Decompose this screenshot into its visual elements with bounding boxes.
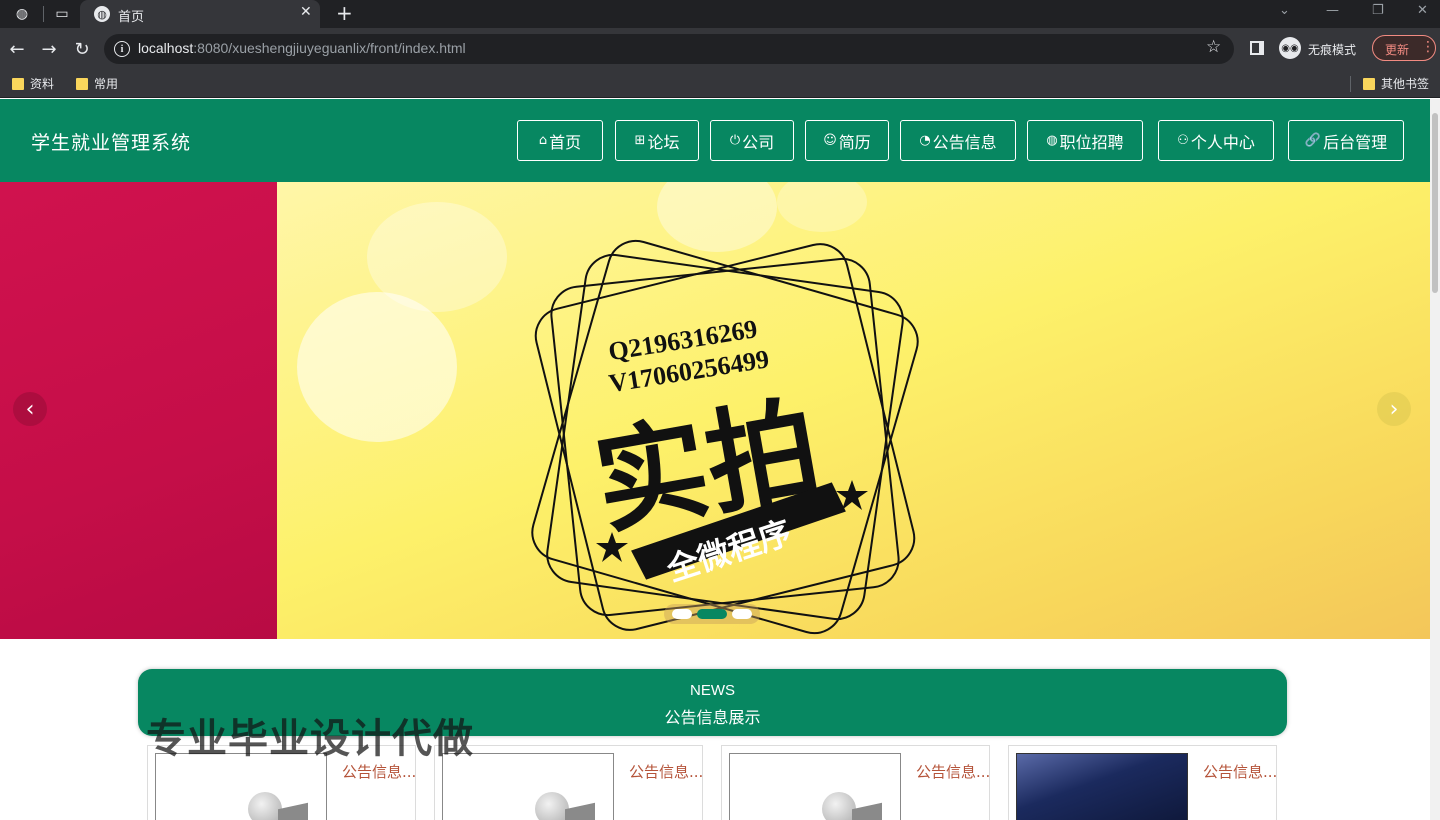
carousel-dot-1[interactable] — [672, 609, 692, 619]
more-menu-icon[interactable]: ⋮ — [1421, 39, 1435, 55]
close-window-icon[interactable]: ✕ — [1417, 3, 1428, 18]
news-card-title[interactable]: 公告信息... — [916, 761, 990, 782]
restore-icon[interactable]: ❐ — [1372, 3, 1384, 18]
figure-illustration — [278, 802, 308, 820]
bookmark-folder-changyong[interactable]: 常用 — [76, 75, 118, 92]
nav-label: 首页 — [549, 132, 582, 152]
user-icon: ⚇ — [1177, 133, 1189, 148]
bookmark-label: 常用 — [94, 77, 119, 91]
company-icon: ⏻ — [729, 133, 741, 148]
page-scrollbar[interactable] — [1430, 99, 1440, 820]
folder-icon — [76, 77, 88, 90]
bookmark-folder-ziliao[interactable]: 资料 — [12, 75, 54, 92]
nav-label: 公告信息 — [932, 132, 997, 152]
side-panel-icon[interactable] — [1250, 41, 1264, 55]
tab-globe-icon: ◍ — [94, 6, 110, 22]
chevron-down-icon[interactable]: ⌄ — [1279, 3, 1290, 18]
watermark-text: 专业毕业设计代做 — [146, 716, 474, 762]
carousel-dot-2[interactable] — [697, 609, 727, 619]
news-card-title[interactable]: 公告信息... — [629, 761, 703, 782]
promo-stamp: Q2196316269 V17060256499 实拍 全微程序 — [531, 239, 919, 635]
figure-illustration — [565, 802, 595, 820]
tab-title: 首页 — [118, 9, 145, 24]
figure-illustration — [852, 802, 882, 820]
news-card-image[interactable] — [729, 753, 901, 820]
browser-toolbar: ← → ↻ i localhost:8080/xueshengjiuyeguan… — [0, 28, 1440, 70]
bokeh-light — [777, 182, 867, 232]
bokeh-light — [297, 292, 457, 442]
bookmarks-bar: 资料 常用 其他书签 — [0, 70, 1440, 98]
figure-illustration — [822, 792, 856, 820]
site-header: 学生就业管理系统 ⌂ 首页 ⊞ 论坛 ⏻ 公司 ☺ 简历 ◔ 公告信息 ◍ 职位招聘 ⚇ 个人… — [0, 99, 1430, 182]
nav-label: 简历 — [838, 132, 871, 152]
bookmark-folder-other[interactable]: 其他书签 — [1363, 75, 1429, 92]
url-host: localhost — [138, 40, 194, 56]
address-bar[interactable]: i localhost:8080/xueshengjiuyeguanlix/fr… — [104, 34, 1234, 64]
news-card-4[interactable]: 公告信息... — [1008, 745, 1277, 820]
nav-announcements[interactable]: ◔ 公告信息 — [900, 120, 1016, 161]
nav-label: 个人中心 — [1190, 132, 1255, 152]
news-heading-en: NEWS — [690, 682, 735, 699]
nav-profile[interactable]: ⚇ 个人中心 — [1158, 120, 1274, 161]
news-card-title[interactable]: 公告信息... — [342, 761, 416, 782]
carousel-prev-button[interactable]: ‹ — [13, 392, 47, 426]
news-card-2[interactable]: 公告信息... — [434, 745, 703, 820]
tab-separator — [43, 6, 44, 22]
banner-carousel[interactable]: Q2196316269 V17060256499 实拍 全微程序 ‹ › — [0, 182, 1430, 639]
carousel-dot-3[interactable] — [732, 609, 752, 619]
announcement-icon: ◔ — [919, 133, 931, 148]
nav-company[interactable]: ⏻ 公司 — [710, 120, 794, 161]
bookmark-label: 其他书签 — [1381, 77, 1430, 91]
news-card-3[interactable]: 公告信息... — [721, 745, 990, 820]
nav-resume[interactable]: ☺ 简历 — [805, 120, 889, 161]
window-icon[interactable]: ▭ — [52, 4, 72, 24]
folder-icon — [1363, 77, 1375, 90]
nav-label: 公司 — [742, 132, 775, 152]
bookmark-label: 资料 — [30, 77, 55, 91]
nav-label: 职位招聘 — [1059, 132, 1124, 152]
nav-forum[interactable]: ⊞ 论坛 — [615, 120, 699, 161]
update-button[interactable]: 更新 ⋮ — [1372, 35, 1436, 61]
jobs-icon: ◍ — [1046, 133, 1058, 148]
carousel-indicators — [664, 604, 760, 624]
forum-icon: ⊞ — [634, 133, 646, 148]
update-label: 更新 — [1385, 43, 1410, 57]
new-tab-icon[interactable]: + — [336, 1, 353, 25]
news-card-image[interactable] — [1016, 753, 1188, 820]
bookmark-star-icon[interactable]: ☆ — [1206, 37, 1221, 57]
news-card-title[interactable]: 公告信息... — [1203, 761, 1277, 782]
bookmark-divider — [1350, 76, 1351, 92]
link-icon: 🔗 — [1304, 133, 1322, 148]
url-text: localhost:8080/xueshengjiuyeguanlix/fron… — [138, 40, 466, 56]
back-icon[interactable]: ← — [6, 38, 28, 60]
nav-home[interactable]: ⌂ 首页 — [517, 120, 603, 161]
info-icon[interactable]: i — [114, 41, 130, 57]
folder-icon — [12, 77, 24, 90]
site-title: 学生就业管理系统 — [31, 132, 192, 154]
reload-icon[interactable]: ↻ — [71, 38, 93, 60]
figure-illustration — [535, 792, 569, 820]
minimize-icon[interactable]: — — [1326, 3, 1339, 18]
browser-tab[interactable]: ◍ 首页 ✕ — [80, 0, 320, 28]
resume-icon: ☺ — [823, 133, 837, 148]
figure-illustration — [248, 792, 282, 820]
scrollbar-thumb[interactable] — [1432, 113, 1438, 293]
url-path: :8080/xueshengjiuyeguanlix/front/index.h… — [193, 40, 466, 56]
close-tab-icon[interactable]: ✕ — [300, 4, 312, 20]
home-icon: ⌂ — [538, 133, 548, 148]
nav-label: 后台管理 — [1323, 132, 1388, 152]
carousel-next-button[interactable]: › — [1377, 392, 1411, 426]
current-slide[interactable]: Q2196316269 V17060256499 实拍 全微程序 — [277, 182, 1430, 639]
nav-admin[interactable]: 🔗 后台管理 — [1288, 120, 1404, 161]
nav-label: 论坛 — [647, 132, 680, 152]
incognito-icon[interactable]: ◉◉ — [1279, 37, 1301, 59]
browser-tab-bar: ◍ ▭ ◍ 首页 ✕ + ⌄ — ❐ ✕ — [0, 0, 1440, 28]
globe-icon[interactable]: ◍ — [12, 4, 32, 24]
incognito-label: 无痕模式 — [1308, 43, 1357, 57]
nav-jobs[interactable]: ◍ 职位招聘 — [1027, 120, 1143, 161]
bokeh-light — [367, 202, 507, 312]
forward-icon[interactable]: → — [38, 38, 60, 60]
